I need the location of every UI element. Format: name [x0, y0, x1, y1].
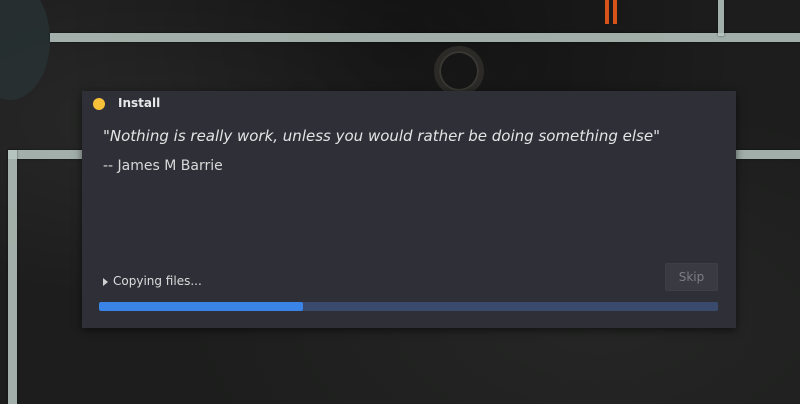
wallpaper-line: [50, 33, 800, 42]
details-expander[interactable]: Copying files...: [103, 274, 202, 288]
dialog-title: Install: [118, 96, 161, 110]
wallpaper-mark: [605, 0, 609, 24]
wallpaper-line: [8, 150, 17, 404]
skip-button[interactable]: Skip: [665, 263, 718, 291]
progress-bar-fill: [99, 302, 304, 311]
window-status-dot-icon: [93, 98, 105, 110]
quote-text: "Nothing is really work, unless you woul…: [103, 127, 660, 145]
dialog-titlebar[interactable]: Install: [82, 91, 736, 117]
desktop-background: Install "Nothing is really work, unless …: [0, 0, 800, 404]
quote-author: -- James M Barrie: [103, 158, 223, 174]
wallpaper-manhole: [434, 46, 484, 96]
progress-bar: [99, 302, 718, 311]
status-text: Copying files...: [113, 274, 202, 288]
wallpaper-mark: [613, 0, 617, 24]
wallpaper-line: [718, 0, 724, 36]
expander-triangle-icon: [103, 277, 108, 286]
install-dialog: Install "Nothing is really work, unless …: [82, 91, 736, 328]
wallpaper-decoration: [0, 0, 50, 100]
